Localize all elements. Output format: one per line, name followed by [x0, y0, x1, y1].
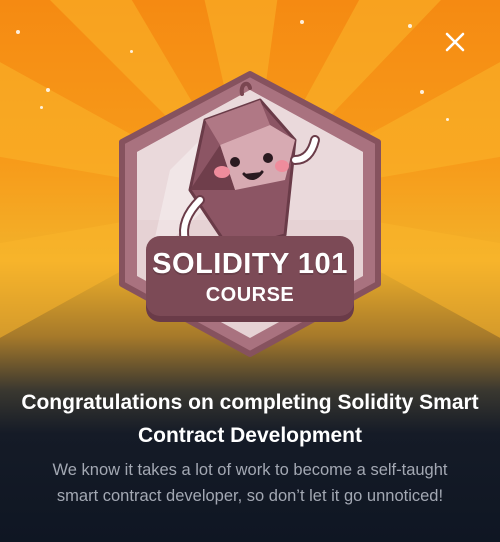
- sparkle-dot: [40, 106, 43, 109]
- badge-subtitle: COURSE: [205, 284, 295, 306]
- achievement-modal: SOLIDITY 101 COURSE Congratulations on c…: [0, 0, 500, 542]
- course-badge: [119, 71, 381, 357]
- sparkle-dot: [446, 118, 449, 121]
- sparkle-dot: [46, 88, 50, 92]
- close-button[interactable]: [440, 27, 470, 57]
- sparkle-dot: [408, 24, 412, 28]
- sparkle-dot: [300, 20, 304, 24]
- sparkle-dot: [420, 90, 424, 94]
- congratulations-heading: Congratulations on completing Solidity S…: [21, 391, 479, 447]
- sparkle-dot: [130, 50, 133, 53]
- congratulations-description: We know it takes a lot of work to become…: [52, 461, 448, 505]
- sparkle-dot: [16, 30, 20, 34]
- close-icon: [445, 32, 465, 52]
- badge-title: SOLIDITY 101: [152, 248, 348, 280]
